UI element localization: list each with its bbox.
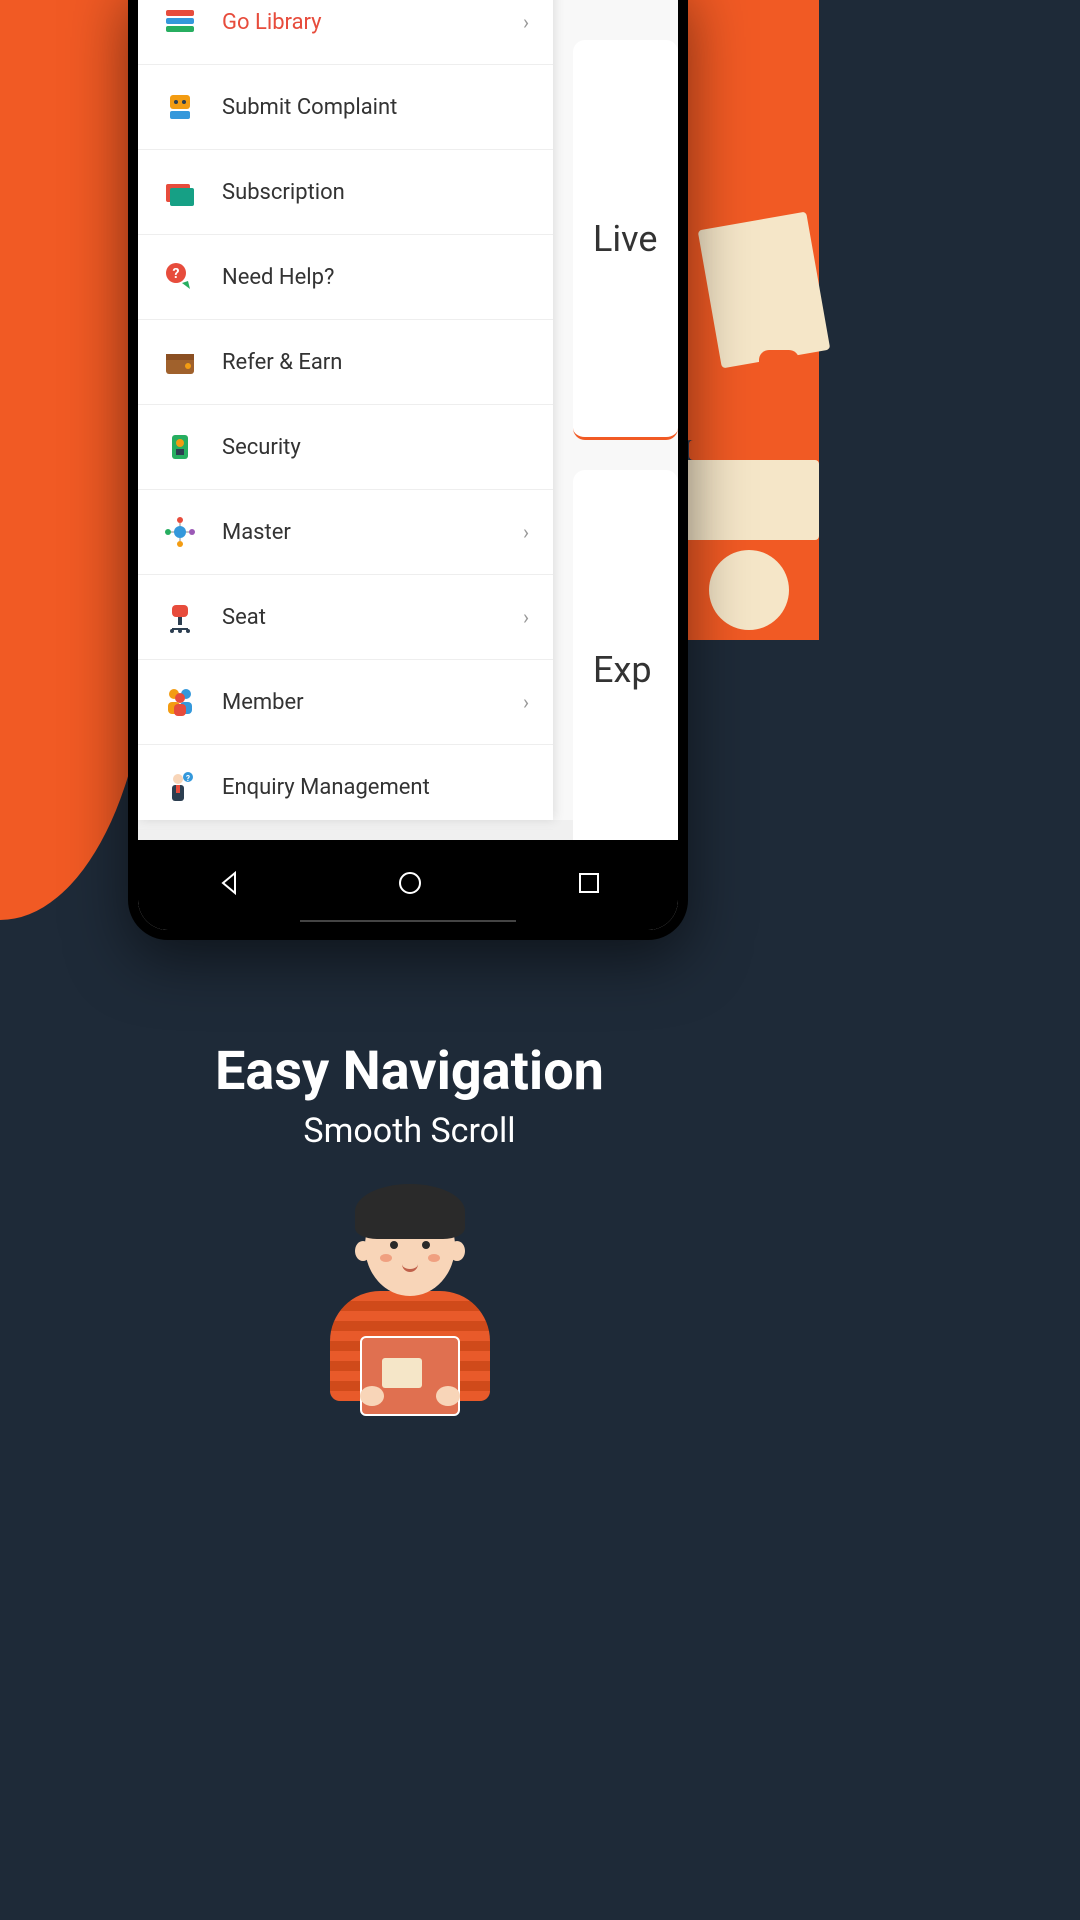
complaint-icon	[162, 89, 198, 125]
sidebar-item-label: Master	[222, 520, 523, 545]
master-icon	[162, 514, 198, 550]
folder-icon	[162, 174, 198, 210]
sidebar-item-submit-complaint[interactable]: Submit Complaint	[138, 65, 553, 150]
security-icon	[162, 429, 198, 465]
home-icon[interactable]	[396, 869, 424, 901]
promo-title-section: Easy Navigation Smooth Scroll	[0, 1040, 819, 1151]
enquiry-icon: ?	[162, 769, 198, 805]
chevron-right-icon: ›	[523, 520, 529, 544]
promo-title: Easy Navigation	[0, 1040, 819, 1103]
seat-icon	[162, 599, 198, 635]
sidebar-item-need-help[interactable]: ? Need Help?	[138, 235, 553, 320]
sidebar-menu[interactable]: Go Library › Submit Complaint Subscripti…	[138, 0, 553, 820]
sidebar-item-refer-earn[interactable]: Refer & Earn	[138, 320, 553, 405]
promo-subtitle: Smooth Scroll	[0, 1111, 819, 1151]
person-reading-bottom-illustration	[300, 1196, 520, 1456]
card-exp[interactable]: Exp	[573, 470, 678, 870]
help-icon: ?	[162, 259, 198, 295]
sidebar-item-subscription[interactable]: Subscription	[138, 150, 553, 235]
sidebar-item-label: Member	[222, 690, 523, 715]
chevron-right-icon: ›	[523, 605, 529, 629]
svg-text:?: ?	[173, 266, 180, 282]
sidebar-item-label: Seat	[222, 605, 523, 630]
card-label: Live	[593, 218, 657, 260]
sidebar-item-seat[interactable]: Seat ›	[138, 575, 553, 660]
sidebar-item-label: Subscription	[222, 180, 529, 205]
member-icon	[162, 684, 198, 720]
sidebar-item-label: Enquiry Management	[222, 775, 529, 800]
sidebar-item-label: Refer & Earn	[222, 350, 529, 375]
sidebar-item-label: Submit Complaint	[222, 95, 529, 120]
svg-text:?: ?	[186, 774, 190, 783]
chevron-right-icon: ›	[523, 10, 529, 34]
sidebar-item-label: Security	[222, 435, 529, 460]
sidebar-item-label: Need Help?	[222, 265, 529, 290]
sidebar-item-member[interactable]: Member ›	[138, 660, 553, 745]
chevron-right-icon: ›	[523, 690, 529, 714]
main-content-behind: Live Exp	[553, 0, 678, 820]
books-icon	[162, 4, 198, 40]
recent-icon[interactable]	[577, 871, 601, 899]
sidebar-item-go-library[interactable]: Go Library ›	[138, 0, 553, 65]
android-navbar	[138, 840, 678, 930]
sidebar-item-enquiry[interactable]: ? Enquiry Management	[138, 745, 553, 830]
card-label: Exp	[593, 649, 652, 691]
wallet-icon	[162, 344, 198, 380]
back-icon[interactable]	[215, 869, 243, 901]
phone-screen: Live Exp Go Library › Submit Complaint	[138, 0, 678, 930]
phone-frame: Live Exp Go Library › Submit Complaint	[128, 0, 688, 940]
card-live[interactable]: Live	[573, 40, 678, 440]
sidebar-item-master[interactable]: Master ›	[138, 490, 553, 575]
sidebar-item-security[interactable]: Security	[138, 405, 553, 490]
sidebar-item-label: Go Library	[222, 10, 523, 35]
